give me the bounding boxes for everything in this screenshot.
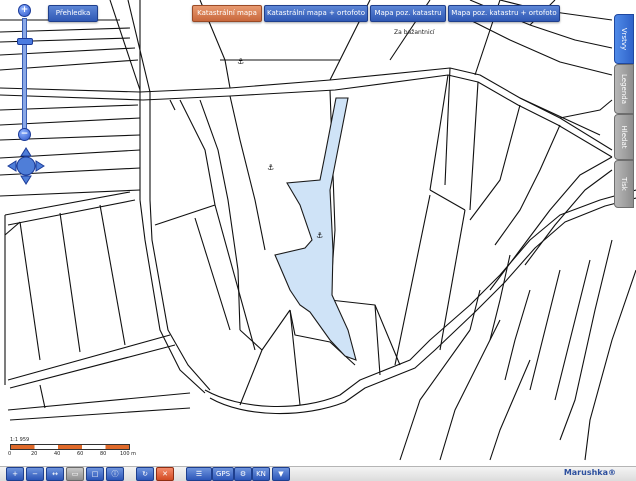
tab-vrstvy-label: Vrstvy [620,27,628,51]
select-rectangle-button[interactable]: □ [86,467,104,481]
tab-hledat-label: Hledat [620,125,628,149]
svg-text:⚓: ⚓ [237,57,244,66]
list-button[interactable]: ☰ [186,467,212,481]
scale-tick: 20 [31,451,38,457]
katastralni-mapa-button[interactable]: Katastrální mapa [192,5,262,22]
zoom-slider-track[interactable] [22,18,27,132]
gps-button[interactable]: GPS [212,467,234,481]
filter-icon[interactable]: ▼ [272,467,290,481]
scale-tick: 60 [77,451,84,457]
pan-left-icon [7,160,17,172]
pan-up-icon [20,147,32,157]
tab-tisk-label: Tisk [620,177,628,191]
tab-hledat[interactable]: Hledat [614,114,634,160]
scale-tick: 0 [8,451,12,457]
scale-tick: 80 [100,451,107,457]
settings-gear-icon[interactable]: ⚙ [234,467,252,481]
zoom-out-tool-button[interactable]: − [26,467,44,481]
refresh-button[interactable]: ↻ [136,467,154,481]
svg-text:⚓: ⚓ [316,231,323,240]
zoom-in-button[interactable]: + [18,4,31,17]
pan-tool-button[interactable]: ↔ [46,467,64,481]
scale-tick: 40 [54,451,61,457]
measure-tool-button[interactable]: ▭ [66,467,84,481]
svg-text:⚓: ⚓ [267,163,274,172]
scale-tick: 100 m [120,451,137,457]
zoom-out-button[interactable]: − [18,128,31,141]
zoom-in-tool-button[interactable]: + [6,467,24,481]
tab-tisk[interactable]: Tisk [614,160,634,208]
marushka-logo: Marushka® [563,468,616,477]
info-tool-button[interactable]: ⓘ [106,467,124,481]
scale-bar [10,444,130,450]
mapa-poz-katastru-button[interactable]: Mapa poz. katastru [370,5,446,22]
tab-legenda-label: Legenda [620,73,628,105]
overview-button[interactable]: Přehledka [48,5,98,22]
cadastral-map[interactable]: ⚓ ⚓ ⚓ [0,0,636,480]
clear-button[interactable]: ✕ [156,467,174,481]
zoom-slider-handle[interactable] [17,38,33,45]
place-name-label: Za bažantnicí [394,29,435,36]
kn-button[interactable]: KN [252,467,270,481]
scale-ratio: 1:1 959 [10,437,30,443]
pan-right-icon [35,160,45,172]
katastralni-ortofoto-button[interactable]: Katastrální mapa + ortofoto [264,5,368,22]
tab-vrstvy[interactable]: Vrstvy [614,14,634,64]
mapa-poz-ortofoto-button[interactable]: Mapa poz. katastru + ortofoto [448,5,560,22]
pan-control[interactable] [6,146,46,186]
pan-down-icon [20,175,32,185]
tab-legenda[interactable]: Legenda [614,64,634,114]
